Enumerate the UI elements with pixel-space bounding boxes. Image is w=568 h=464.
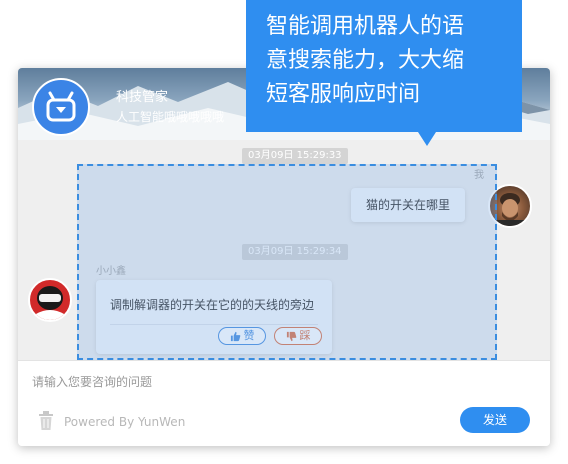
callout-line: 意搜索能力，大大缩 xyxy=(266,48,465,73)
trash-icon[interactable] xyxy=(38,411,54,431)
send-button[interactable]: 发送 xyxy=(460,407,530,433)
message-input[interactable]: 请输入您要咨询的问题 xyxy=(32,373,152,390)
callout-line: 智能调用机器人的语 xyxy=(266,14,465,39)
agent-avatar xyxy=(28,278,72,322)
bot-status: 人工智能哦哦哦哦哦 xyxy=(116,110,225,124)
message-timestamp: 03月09日 15:29:33 xyxy=(242,148,348,164)
robot-icon xyxy=(46,91,76,122)
agent-photo xyxy=(36,286,64,320)
bot-name: 科技管家 xyxy=(116,90,169,105)
powered-by: Powered By YunWen xyxy=(64,415,186,429)
input-area: 请输入您要咨询的问题 Powered By YunWen 发送 xyxy=(18,360,550,446)
feature-callout: 智能调用机器人的语 意搜索能力，大大缩 短客服响应时间 xyxy=(246,0,522,132)
bot-avatar xyxy=(32,78,90,136)
callout-line: 短客服响应时间 xyxy=(266,82,421,107)
callout-pointer xyxy=(418,132,436,146)
highlight-box xyxy=(77,164,497,360)
